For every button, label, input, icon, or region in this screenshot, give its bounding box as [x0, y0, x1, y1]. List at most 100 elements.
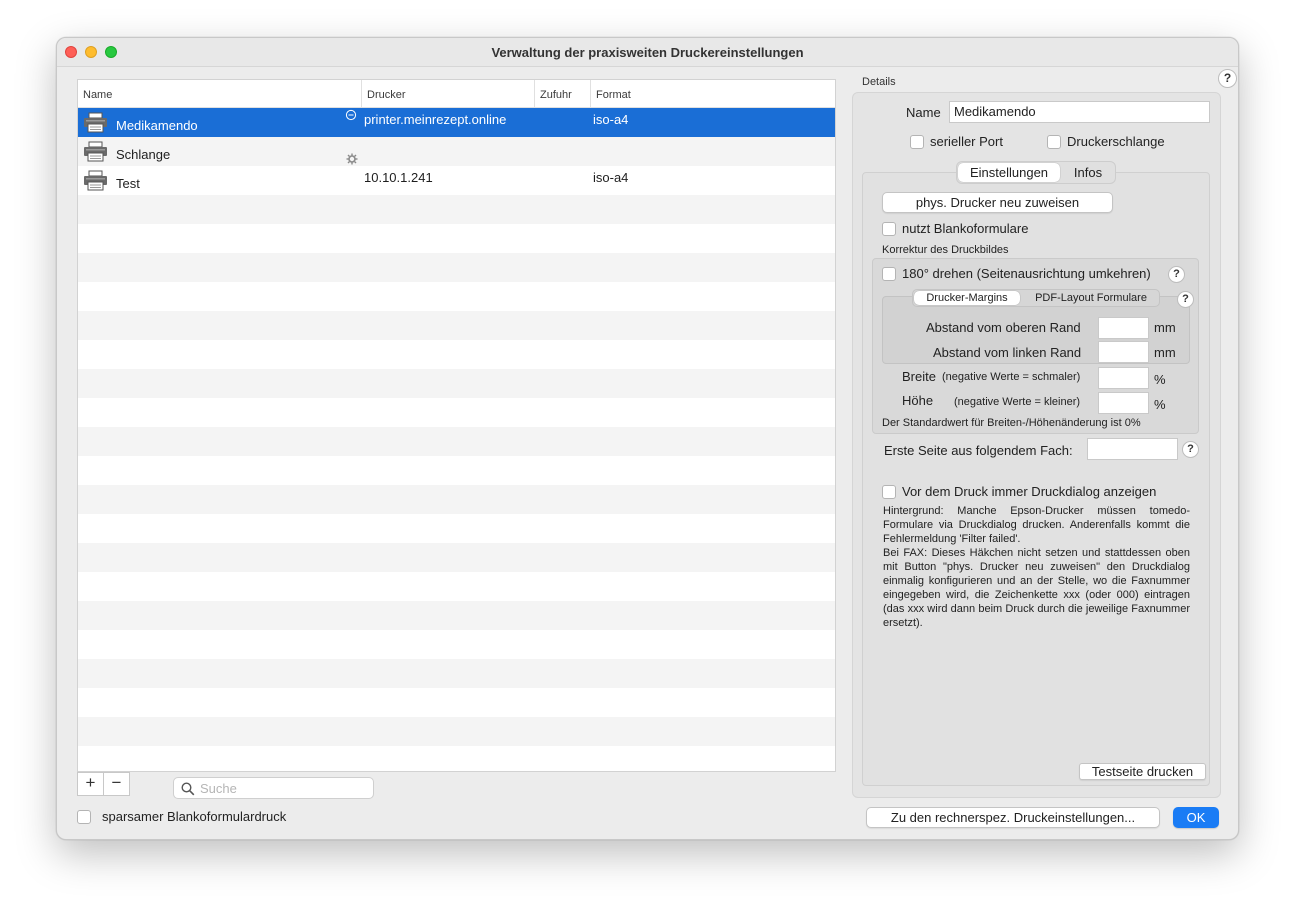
window-title: Verwaltung der praxisweiten Druckereinst… — [491, 45, 804, 60]
empty-table-row — [78, 369, 835, 398]
title-bar: Verwaltung der praxisweiten Druckereinst… — [57, 38, 1238, 67]
hoehe-input[interactable] — [1098, 392, 1149, 414]
minus-circle-icon — [345, 109, 357, 121]
row-format: iso-a4 — [593, 112, 629, 127]
rotate-help-button[interactable]: ? — [1168, 266, 1185, 283]
empty-table-row — [78, 485, 835, 514]
row-format: iso-a4 — [593, 170, 629, 185]
sparsamer-label: sparsamer Blankoformulardruck — [102, 809, 287, 824]
gear-icon — [346, 153, 358, 165]
margins-help-button[interactable]: ? — [1177, 291, 1194, 308]
table-row[interactable]: Test 10.10.1.241 iso-a4 — [78, 166, 835, 195]
printer-settings-window: Verwaltung der praxisweiten Druckereinst… — [56, 37, 1239, 840]
name-label: Name — [906, 105, 941, 120]
row-name: Medikamendo — [116, 118, 198, 133]
rotate-checkbox[interactable] — [882, 267, 896, 281]
search-input[interactable] — [200, 780, 370, 796]
standard-note: Der Standardwert für Breiten-/Höhenänder… — [882, 417, 1141, 429]
empty-table-row — [78, 514, 835, 543]
hintergrund-text: Hintergrund: Manche Epson-Drucker müssen… — [883, 505, 1190, 545]
subtab-pdf-layout[interactable]: PDF-Layout Formulare — [1023, 290, 1159, 306]
tab-infos[interactable]: Infos — [1061, 162, 1115, 183]
serieller-port-checkbox[interactable] — [910, 135, 924, 149]
empty-table-row — [78, 746, 835, 772]
printer-table: Name Drucker Zufuhr Format Medikamendo p… — [77, 79, 836, 772]
druckdialog-label: Vor dem Druck immer Druckdialog anzeigen — [902, 484, 1157, 499]
hoehe-label: Höhe — [902, 393, 934, 408]
hoehe-hint: (negative Werte = kleiner) — [954, 396, 1081, 408]
add-printer-button[interactable]: + — [77, 772, 104, 796]
links-input[interactable] — [1098, 341, 1149, 363]
fach-label: Erste Seite aus folgendem Fach: — [884, 443, 1073, 458]
table-body: Medikamendo printer.meinrezept.online is… — [78, 108, 835, 772]
search-icon — [181, 782, 195, 796]
row-drucker: 10.10.1.241 — [364, 170, 433, 185]
rotate-label: 180° drehen (Seitenausrichtung umkehren) — [902, 266, 1151, 281]
testseite-button[interactable]: Testseite drucken — [1079, 763, 1206, 780]
sparsamer-checkbox[interactable] — [77, 810, 91, 824]
druckdialog-checkbox[interactable] — [882, 485, 896, 499]
table-header: Name Drucker Zufuhr Format — [78, 80, 835, 108]
fax-text: Bei FAX: Dieses Häkchen nicht setzen und… — [883, 547, 1190, 629]
printer-icon — [84, 170, 107, 191]
help-button[interactable]: ? — [1218, 69, 1237, 88]
empty-table-row — [78, 543, 835, 572]
empty-table-row — [78, 659, 835, 688]
printer-icon — [84, 112, 107, 133]
details-title: Details — [862, 76, 896, 88]
serieller-port-label: serieller Port — [930, 134, 1003, 149]
empty-table-row — [78, 427, 835, 456]
breite-label: Breite — [902, 369, 936, 384]
links-unit: mm — [1154, 345, 1176, 360]
column-header-zufuhr[interactable]: Zufuhr — [534, 80, 590, 108]
blanko-label: nutzt Blankoformulare — [902, 221, 1029, 236]
hintergrund-paragraph: Hintergrund: Manche Epson-Drucker müssen… — [883, 504, 1190, 630]
empty-table-row — [78, 630, 835, 659]
column-header-name[interactable]: Name — [78, 80, 361, 108]
empty-table-row — [78, 311, 835, 340]
subtab-drucker-margins[interactable]: Drucker-Margins — [914, 291, 1020, 305]
breite-hint: (negative Werte = schmaler) — [942, 371, 1081, 383]
breite-input[interactable] — [1098, 367, 1149, 389]
empty-table-row — [78, 717, 835, 746]
empty-table-row — [78, 572, 835, 601]
empty-table-row — [78, 340, 835, 369]
row-drucker: printer.meinrezept.online — [364, 112, 507, 127]
ok-button[interactable]: OK — [1173, 807, 1219, 828]
empty-table-row — [78, 253, 835, 282]
table-row[interactable]: Medikamendo printer.meinrezept.online is… — [78, 108, 835, 137]
empty-table-row — [78, 688, 835, 717]
empty-table-row — [78, 282, 835, 311]
rechnerspez-settings-button[interactable]: Zu den rechnerspez. Druckeinstellungen..… — [866, 807, 1160, 828]
empty-table-row — [78, 195, 835, 224]
row-name: Schlange — [116, 147, 171, 162]
empty-table-row — [78, 398, 835, 427]
tab-einstellungen[interactable]: Einstellungen — [958, 163, 1060, 182]
search-field — [173, 777, 374, 799]
column-header-format[interactable]: Format — [590, 80, 836, 108]
fach-help-button[interactable]: ? — [1182, 441, 1199, 458]
row-name: Test — [116, 176, 140, 191]
printer-icon — [84, 141, 107, 162]
oben-unit: mm — [1154, 320, 1176, 335]
details-tabs: Einstellungen Infos — [956, 161, 1116, 184]
name-field[interactable]: Medikamendo — [949, 101, 1210, 123]
empty-table-row — [78, 456, 835, 485]
column-header-drucker[interactable]: Drucker — [361, 80, 534, 108]
druckerschlange-checkbox[interactable] — [1047, 135, 1061, 149]
oben-label: Abstand vom oberen Rand — [926, 320, 1081, 335]
empty-table-row — [78, 224, 835, 253]
margin-subtabs: Drucker-Margins PDF-Layout Formulare — [912, 289, 1160, 307]
table-row[interactable]: Schlange — [78, 137, 835, 166]
empty-table-row — [78, 601, 835, 630]
korrektur-title: Korrektur des Druckbildes — [882, 244, 1009, 256]
hoehe-unit: % — [1154, 397, 1166, 412]
fach-input[interactable] — [1087, 438, 1178, 460]
links-label: Abstand vom linken Rand — [933, 345, 1082, 360]
oben-input[interactable] — [1098, 317, 1149, 339]
reassign-printer-button[interactable]: phys. Drucker neu zuweisen — [882, 192, 1113, 213]
blanko-checkbox[interactable] — [882, 222, 896, 236]
druckerschlange-label: Druckerschlange — [1067, 134, 1165, 149]
breite-unit: % — [1154, 372, 1166, 387]
remove-printer-button[interactable]: − — [103, 772, 130, 796]
